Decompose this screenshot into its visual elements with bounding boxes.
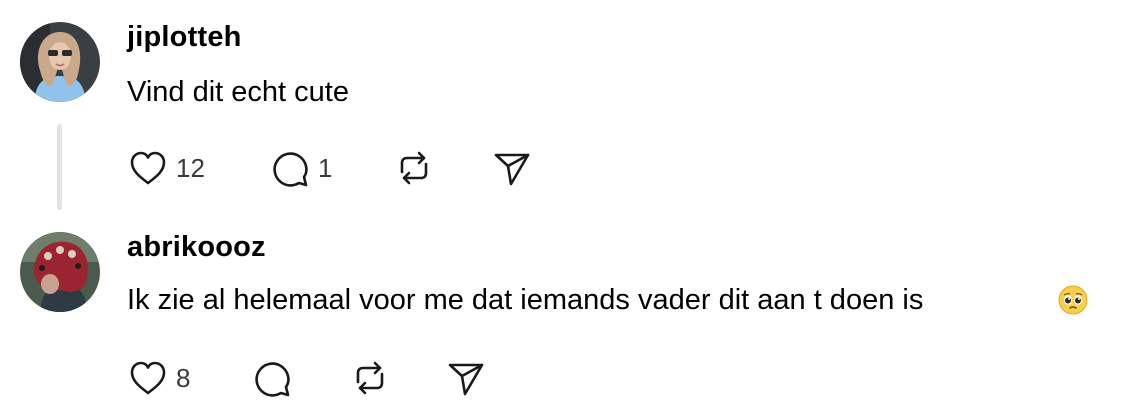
comment-text: Ik zie al helemaal voor me dat iemands v… <box>127 284 924 316</box>
username[interactable]: abrikoooz <box>127 230 266 264</box>
heart-icon <box>126 146 170 190</box>
share-icon <box>444 356 488 400</box>
thread-line <box>57 124 62 210</box>
comment-text: Vind dit echt cute <box>127 76 349 108</box>
repost-button[interactable] <box>348 356 392 400</box>
like-button[interactable]: 8 <box>126 356 190 400</box>
avatar[interactable] <box>20 22 100 102</box>
pleading-face-emoji <box>1058 285 1088 315</box>
comment-thread: jiplotteh Vind dit echt cute 12 1 abriko… <box>0 0 1124 420</box>
repost-icon <box>348 356 392 400</box>
share-button[interactable] <box>444 356 488 400</box>
like-count: 12 <box>176 153 205 183</box>
reply-button[interactable] <box>250 356 300 400</box>
username[interactable]: jiplotteh <box>127 20 242 54</box>
like-button[interactable]: 12 <box>126 146 205 190</box>
comment-icon <box>268 146 312 190</box>
avatar[interactable] <box>20 232 100 312</box>
reply-button[interactable]: 1 <box>268 146 332 190</box>
like-count: 8 <box>176 363 191 393</box>
heart-icon <box>126 356 170 400</box>
comment-icon <box>250 356 294 400</box>
share-button[interactable] <box>490 146 534 190</box>
repost-button[interactable] <box>392 146 436 190</box>
share-icon <box>490 146 534 190</box>
reply-count: 1 <box>318 153 333 183</box>
repost-icon <box>392 146 436 190</box>
